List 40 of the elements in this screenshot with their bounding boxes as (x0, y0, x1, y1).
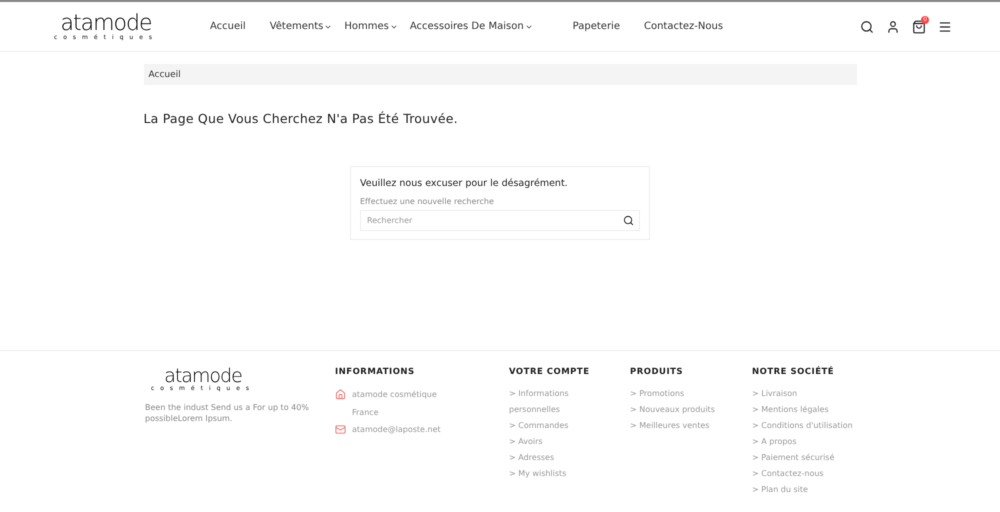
column-title: INFORMATIONS (335, 367, 416, 377)
page-title: La Page Que Vous Cherchez N'a Pas Été Trouvée. (144, 111, 459, 126)
footer-link[interactable]: > A propos (752, 434, 862, 450)
account-button[interactable] (886, 20, 900, 34)
nav-link[interactable]: Vêtements (270, 21, 332, 32)
footer-link[interactable]: > Paiement sécurisé (752, 450, 862, 466)
footer-link[interactable]: > Commandes (509, 418, 619, 434)
footer-link[interactable]: > Meilleures ventes (630, 418, 740, 434)
info-text: France (352, 406, 380, 418)
footer-link[interactable]: > Adresses (509, 450, 619, 466)
info-text: atamode cosmétique (352, 389, 437, 401)
footer-link[interactable]: > Promotions (630, 386, 740, 402)
card-hint: Effectuez une nouvelle recherche (360, 197, 495, 206)
nav-link[interactable]: Contactez-Nous (644, 21, 724, 32)
search-button[interactable] (860, 20, 874, 34)
search-field[interactable]: Rechercher (360, 210, 640, 231)
info-text: atamode@laposte.net (352, 424, 441, 436)
footer-link[interactable]: > Plan du site (752, 482, 862, 498)
footer-link[interactable]: > Mentions légales (752, 402, 862, 418)
house-icon (335, 389, 346, 400)
footer-link[interactable]: > Avoirs (509, 434, 619, 450)
footer-link[interactable]: > Nouveaux produits (630, 402, 740, 418)
about-text: Been the indust Send us a For up to 40% possibleLorem Ipsum. (145, 402, 310, 424)
footer-link[interactable]: > Contactez-nous (752, 466, 862, 482)
column-title: PRODUITS (630, 367, 684, 377)
search-button[interactable] (623, 215, 634, 226)
menu-button[interactable] (938, 20, 952, 34)
column-title: VOTRE COMPTE (509, 367, 591, 377)
envelope-icon (335, 424, 346, 435)
footer-link[interactable]: > Conditions d'utilisation (752, 418, 862, 434)
breadcrumb-link[interactable]: Accueil (148, 70, 181, 80)
footer-link[interactable]: > My wishlists (509, 466, 619, 482)
footer-link[interactable]: > Informations personnelles (509, 386, 619, 418)
nav-link[interactable]: Papeterie (572, 21, 620, 32)
nav-link[interactable]: Accessoires De Maison (410, 21, 533, 32)
nav-link[interactable]: Hommes (344, 21, 398, 32)
nav-link[interactable]: Accueil (210, 21, 246, 32)
column-title: NOTRE SOCIÉTÉ (752, 367, 836, 377)
footer-link[interactable]: > Livraison (752, 386, 862, 402)
card-heading: Veuillez nous excuser pour le désagrément. (360, 178, 569, 189)
